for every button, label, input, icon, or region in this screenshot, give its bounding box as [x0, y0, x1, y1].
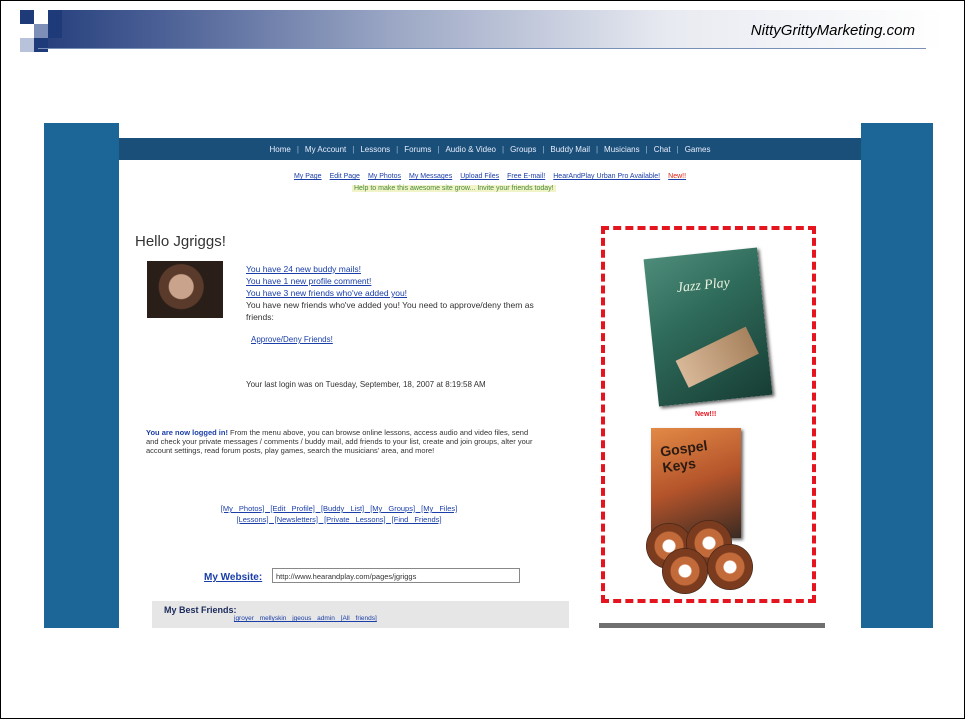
nav-buddy-mail[interactable]: Buddy Mail [550, 145, 590, 154]
nav-home[interactable]: Home [270, 145, 291, 154]
subnav-my-photos[interactable]: My Photos [368, 173, 401, 180]
sidebar-divider [599, 623, 825, 628]
quick-links: [My Photos] [Edit Profile] [Buddy List] … [169, 503, 509, 525]
last-login-text: Your last login was on Tuesday, Septembe… [246, 380, 486, 389]
new-badge: New!! [668, 173, 687, 180]
profile-comment-link[interactable]: You have 1 new profile comment! [246, 275, 536, 287]
intro-text: You are now logged in! From the menu abo… [146, 428, 538, 455]
subnav-my-messages[interactable]: My Messages [409, 173, 452, 180]
invite-notice[interactable]: Help to make this awesome site grow... I… [352, 185, 556, 192]
avatar[interactable] [147, 261, 223, 318]
nav-my-account[interactable]: My Account [305, 145, 346, 154]
new-friends-link[interactable]: You have 3 new friends who've added you! [246, 287, 536, 299]
corner-squares-logo [0, 0, 80, 70]
nav-chat[interactable]: Chat [654, 145, 671, 154]
nav-forums[interactable]: Forums [404, 145, 431, 154]
web-page: Home | My Account | Lessons | Forums | Audio… [119, 123, 861, 628]
subnav-urban-pro[interactable]: HearAndPlay Urban Pro Available! [553, 173, 660, 180]
subnav-my-page[interactable]: My Page [294, 173, 322, 180]
greeting-heading: Hello Jgriggs! [135, 233, 226, 250]
best-friends-links[interactable]: jgroyer mellyskin jgeous admin [All frie… [234, 615, 377, 622]
sub-navbar: My Page Edit Page My Photos My Messages … [119, 173, 861, 180]
website-url-field[interactable]: http://www.hearandplay.com/pages/jgriggs [272, 568, 520, 583]
website-label[interactable]: My Website: [204, 572, 262, 583]
quick-links-row-2[interactable]: [Lessons] [Newsletters] [Private Lessons… [169, 514, 509, 525]
subnav-edit-page[interactable]: Edit Page [330, 173, 360, 180]
message-links: You have 24 new buddy mails! You have 1 … [246, 263, 536, 323]
subnav-free-email[interactable]: Free E-mail! [507, 173, 545, 180]
best-friends-box: My Best Friends: jgroyer mellyskin jgeou… [152, 601, 569, 628]
buddy-mail-link[interactable]: You have 24 new buddy mails! [246, 263, 536, 275]
nav-games[interactable]: Games [685, 145, 711, 154]
quick-links-row-1[interactable]: [My Photos] [Edit Profile] [Buddy List] … [169, 503, 509, 514]
nav-lessons[interactable]: Lessons [360, 145, 390, 154]
nav-musicians[interactable]: Musicians [604, 145, 640, 154]
site-name: NittyGrittyMarketing.com [750, 22, 915, 39]
header-divider [38, 48, 926, 49]
website-screenshot: Home | My Account | Lessons | Forums | Audio… [44, 123, 933, 628]
ad-highlight-box [601, 226, 816, 603]
approve-deny-link[interactable]: Approve/Deny Friends! [251, 335, 333, 344]
friends-notice: You have new friends who've added you! Y… [246, 300, 534, 322]
best-friends-title: My Best Friends: [164, 605, 237, 615]
main-navbar: Home | My Account | Lessons | Forums | Audio… [119, 138, 861, 160]
nav-groups[interactable]: Groups [510, 145, 536, 154]
nav-audio-video[interactable]: Audio & Video [445, 145, 496, 154]
intro-bold: You are now logged in! [146, 428, 228, 437]
subnav-upload-files[interactable]: Upload Files [460, 173, 499, 180]
